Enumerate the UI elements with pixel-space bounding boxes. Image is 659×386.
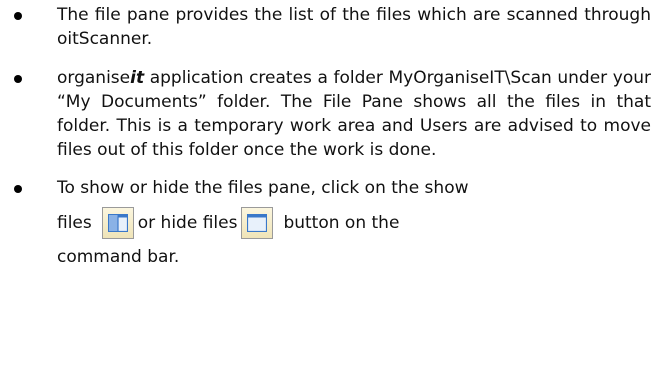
document-body: The file pane provides the list of the f… <box>0 2 659 269</box>
bullet-item: The file pane provides the list of the f… <box>0 3 659 51</box>
bullet-item: To show or hide the files pane, click on… <box>0 176 659 269</box>
icon-instruction-line: files or hide files button on the <box>57 203 651 243</box>
bullet-text-line: command bar. <box>57 247 180 267</box>
show-files-icon[interactable] <box>101 207 134 239</box>
bullet-text: The file pane provides the list of the f… <box>57 5 651 49</box>
bullet-text: application creates a folder MyOrganiseI… <box>57 68 651 160</box>
hide-files-label: or hide files <box>137 213 238 233</box>
bullet-text-line: To show or hide the files pane, click on… <box>57 178 469 198</box>
show-files-label: files <box>57 213 92 233</box>
bullet-dot <box>14 75 22 83</box>
brand-name-suffix: it <box>130 68 145 88</box>
bullet-dot <box>14 12 22 20</box>
button-suffix-label: button on the <box>283 213 400 233</box>
bullet-dot <box>14 185 22 193</box>
bullet-item: organiseit application creates a folder … <box>0 66 659 162</box>
brand-name-prefix: organise <box>57 68 131 88</box>
hide-files-icon[interactable] <box>241 207 274 239</box>
